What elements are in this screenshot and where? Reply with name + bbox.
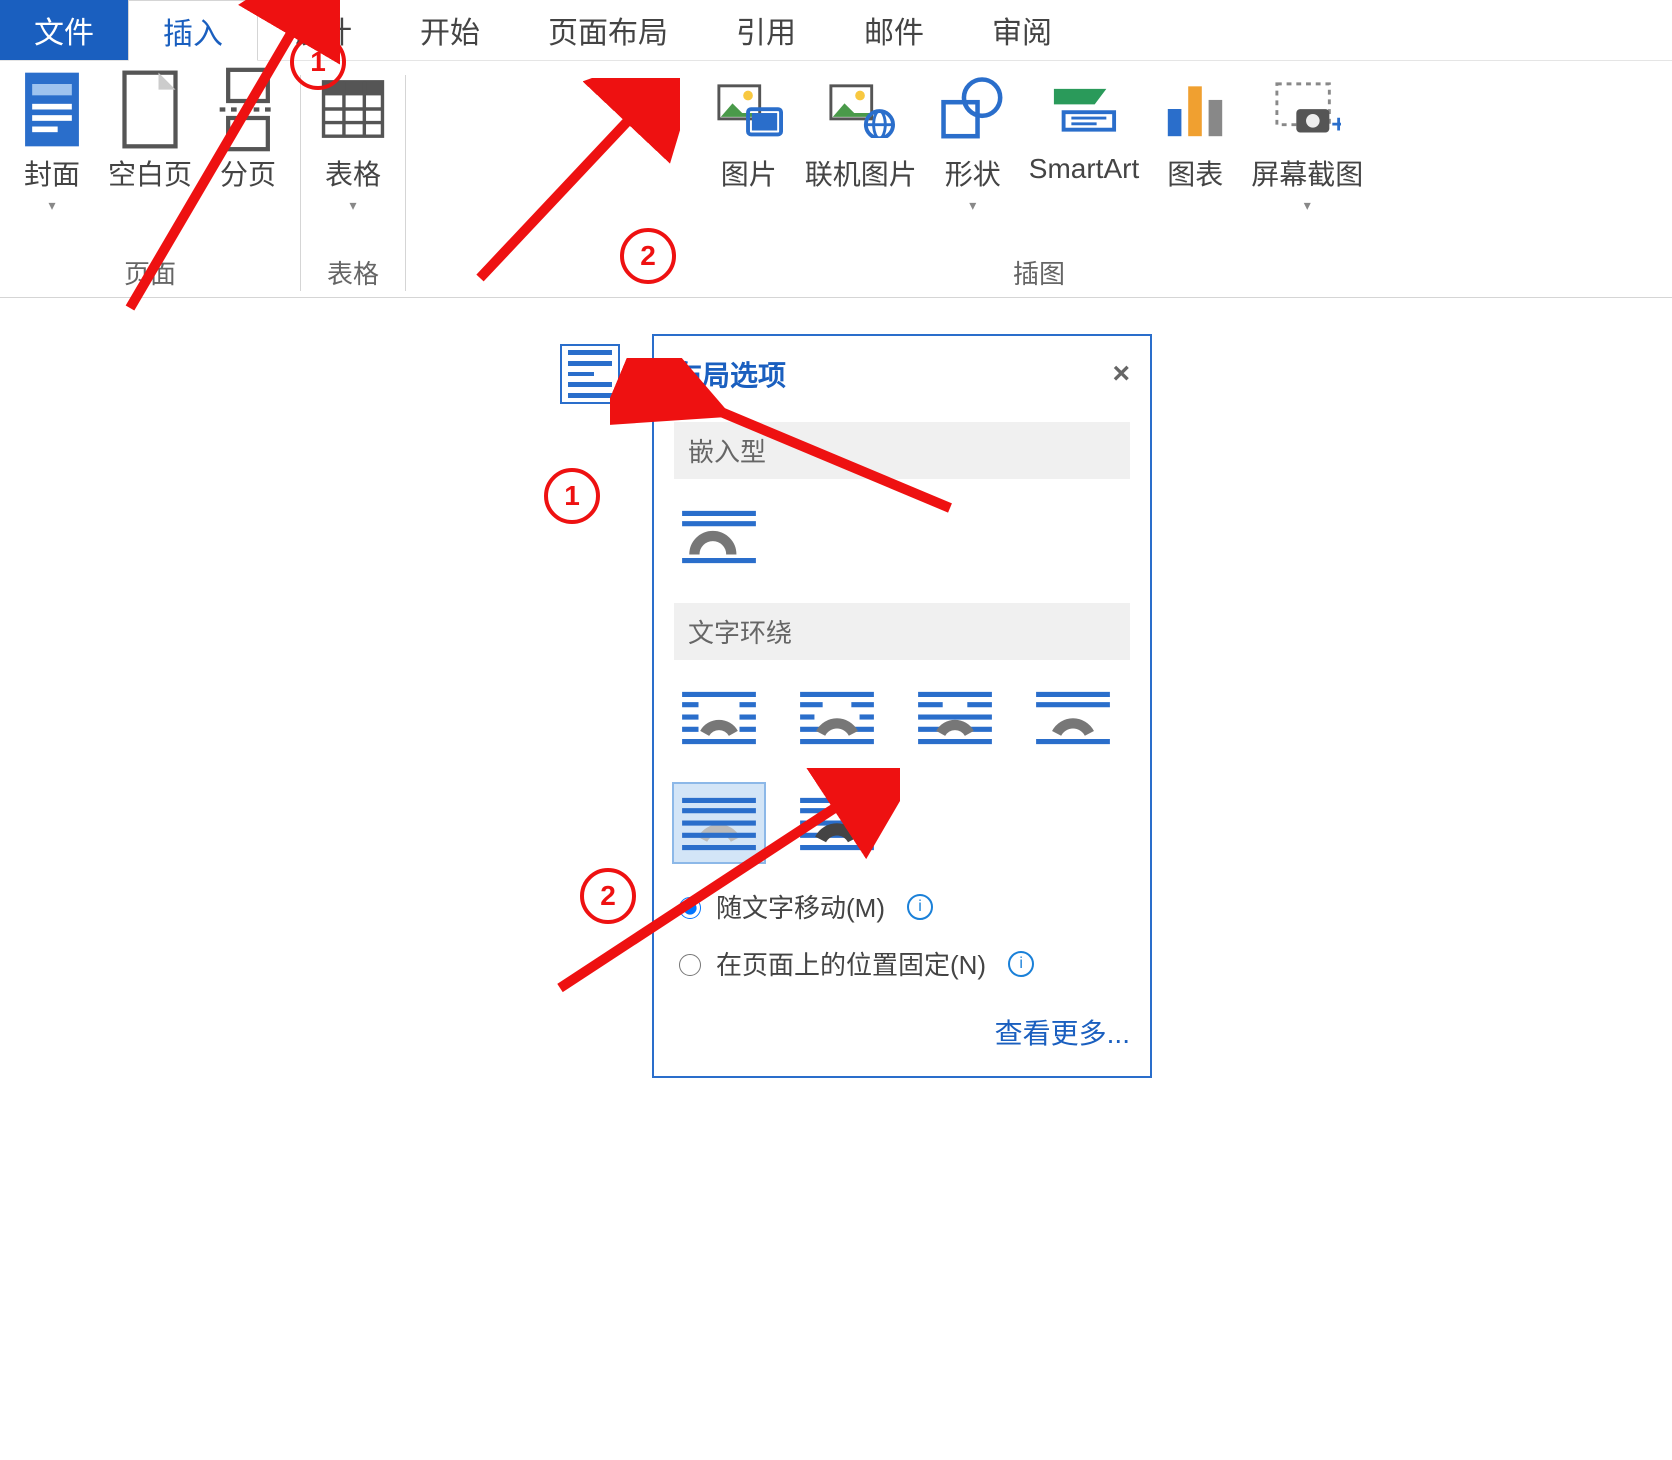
layout-options-panel: 布局选项 × 嵌入型 文字环绕 — [652, 334, 1152, 1078]
inline-section-label: 嵌入型 — [674, 422, 1130, 479]
close-button[interactable]: × — [1112, 357, 1130, 391]
page-break-button[interactable]: 分页 — [214, 75, 282, 214]
group-pages-label: 页面 — [124, 254, 176, 291]
table-label: 表格 — [325, 153, 381, 193]
table-button[interactable]: 表格 ▾ — [319, 75, 387, 214]
annotation-circle-2-bottom: 2 — [580, 868, 636, 924]
shapes-label: 形状 — [945, 153, 1001, 193]
group-tables-label: 表格 — [327, 254, 379, 291]
tab-file[interactable]: 文件 — [0, 0, 128, 60]
shapes-icon — [939, 75, 1007, 143]
wrap-option-tight[interactable] — [792, 678, 882, 756]
wrap-option-behind-text[interactable] — [674, 784, 764, 862]
tab-references[interactable]: 引用 — [702, 0, 830, 60]
picture-button[interactable]: 图片 — [715, 75, 783, 214]
radio-move-with-text[interactable]: 随文字移动(M) i — [674, 888, 1130, 925]
chart-button[interactable]: 图表 — [1161, 75, 1229, 214]
panel-title: 布局选项 — [674, 354, 786, 394]
position-radios: 随文字移动(M) i 在页面上的位置固定(N) i — [674, 888, 1130, 982]
online-picture-icon — [827, 75, 895, 143]
picture-icon — [715, 75, 783, 143]
tab-page-layout[interactable]: 页面布局 — [514, 0, 702, 60]
dropdown-icon: ▾ — [48, 197, 55, 214]
blank-page-label: 空白页 — [108, 153, 192, 193]
tab-home[interactable]: 开始 — [386, 0, 514, 60]
layout-options-launcher[interactable] — [560, 344, 620, 404]
ribbon: 封面 ▾ 空白页 分页 页面 — [0, 61, 1672, 298]
smartart-label: SmartArt — [1029, 153, 1139, 185]
radio-move-input[interactable] — [679, 897, 701, 919]
tab-review[interactable]: 审阅 — [958, 0, 1086, 60]
tab-mailings[interactable]: 邮件 — [830, 0, 958, 60]
smartart-button[interactable]: SmartArt — [1029, 75, 1139, 214]
screenshot-label: 屏幕截图 — [1251, 153, 1363, 193]
group-illustrations-label: 插图 — [1013, 254, 1065, 291]
radio-fixed-label: 在页面上的位置固定(N) — [716, 945, 986, 982]
dropdown-icon: ▾ — [350, 197, 357, 214]
radio-fixed-position[interactable]: 在页面上的位置固定(N) i — [674, 945, 1130, 982]
cover-page-label: 封面 — [24, 153, 80, 193]
page-break-label: 分页 — [220, 153, 276, 193]
online-picture-label: 联机图片 — [805, 153, 917, 193]
cover-page-button[interactable]: 封面 ▾ — [18, 75, 86, 214]
dropdown-icon: ▾ — [1304, 197, 1311, 214]
radio-fixed-input[interactable] — [679, 954, 701, 976]
smartart-icon — [1050, 75, 1118, 143]
radio-move-label: 随文字移动(M) — [716, 888, 885, 925]
picture-label: 图片 — [721, 153, 777, 193]
annotation-circle-2-top: 2 — [620, 228, 676, 284]
info-icon[interactable]: i — [1008, 951, 1034, 977]
chart-icon — [1161, 75, 1229, 143]
ribbon-group-pages: 封面 ▾ 空白页 分页 页面 — [0, 75, 301, 291]
chart-label: 图表 — [1167, 153, 1223, 193]
screenshot-icon: + — [1273, 75, 1341, 143]
app-root: 文件 插入 设计 开始 页面布局 引用 邮件 审阅 封面 ▾ — [0, 0, 1672, 1460]
annotation-circle-1-top: 1 — [290, 34, 346, 90]
wrap-option-topbottom[interactable] — [1028, 678, 1118, 756]
ribbon-group-illustrations: 图片 联机图片 形状 ▾ — [406, 75, 1672, 291]
blank-page-button[interactable]: 空白页 — [108, 75, 192, 214]
tab-insert[interactable]: 插入 — [128, 0, 258, 61]
online-picture-button[interactable]: 联机图片 — [805, 75, 917, 214]
ribbon-tabs: 文件 插入 设计 开始 页面布局 引用 邮件 审阅 — [0, 0, 1672, 61]
cover-page-icon — [18, 75, 86, 143]
ribbon-group-tables: 表格 ▾ 表格 — [301, 75, 406, 291]
annotation-circle-1-bottom: 1 — [544, 468, 600, 524]
wrap-option-square[interactable] — [674, 678, 764, 756]
see-more-link[interactable]: 查看更多... — [674, 1012, 1130, 1052]
document-stage: 布局选项 × 嵌入型 文字环绕 — [0, 298, 1672, 1398]
wrap-option-infront-text[interactable] — [792, 784, 882, 862]
wrap-option-inline[interactable] — [674, 497, 764, 575]
shapes-button[interactable]: 形状 ▾ — [939, 75, 1007, 214]
info-icon[interactable]: i — [907, 894, 933, 920]
svg-text:+: + — [1332, 110, 1342, 138]
screenshot-button[interactable]: + 屏幕截图 ▾ — [1251, 75, 1363, 214]
dropdown-icon: ▾ — [969, 197, 976, 214]
page-break-icon — [214, 75, 282, 143]
blank-page-icon — [116, 75, 184, 143]
wrap-option-through[interactable] — [910, 678, 1000, 756]
wrap-section-label: 文字环绕 — [674, 603, 1130, 660]
